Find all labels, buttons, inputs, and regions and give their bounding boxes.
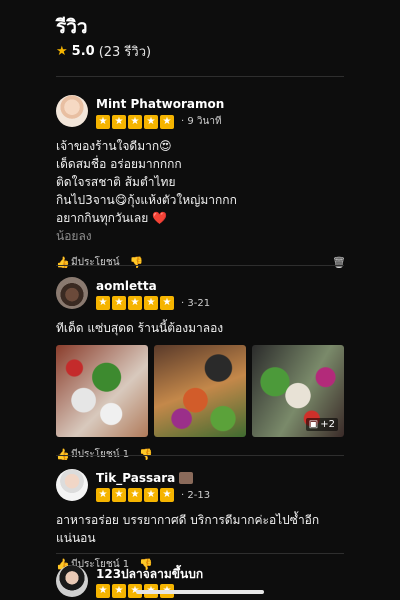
review-card: aomletta ★ ★ ★ ★ ★ · 3-21 ทีเด็ด แซ่บสุดด ร้…: [56, 277, 346, 462]
divider: [56, 76, 344, 77]
star-icon: ★: [144, 114, 158, 129]
review-time: · 9 วินาที: [181, 116, 222, 127]
reviewer-name[interactable]: 123ปลาจลามขึ้นบก: [96, 567, 203, 581]
review-header: aomletta ★ ★ ★ ★ ★ · 3-21: [56, 277, 346, 311]
review-line: เจ้าของร้านใจดีมาก😍: [56, 139, 172, 153]
avatar[interactable]: [56, 565, 88, 597]
review-line: อยากกินทุกวันเลย ❤️: [56, 211, 168, 225]
star-icon: ★: [144, 296, 158, 310]
review-photo[interactable]: ▣ +2: [252, 345, 344, 437]
star-icon: ★: [112, 114, 126, 129]
review-line: ทีเด็ด แซ่บสุดด ร้านนี้ต้องมาลอง: [56, 321, 224, 335]
reviewer-name[interactable]: Mint Phatworamon: [96, 97, 224, 111]
star-icon: ★: [96, 488, 110, 502]
reviewer-name[interactable]: aomletta: [96, 279, 210, 293]
star-icon: ★: [160, 114, 174, 129]
rating-score: 5.0: [71, 44, 95, 59]
review-photos: ▣ +2: [56, 345, 346, 437]
review-time: · 3-21: [181, 297, 211, 309]
star-icon: ★: [144, 488, 158, 502]
star-rating: ★★★★★: [96, 114, 174, 129]
profile-badge-icon: [179, 472, 194, 484]
review-text: อาหารอร่อย บรรยากาศดี บริการดีมากค่ะอไปซ…: [56, 511, 346, 547]
avatar[interactable]: [56, 469, 88, 501]
review-time: · 2-13: [181, 489, 211, 501]
helpful-button[interactable]: 👍 มีประโยชน์: [56, 255, 120, 270]
more-photos-badge[interactable]: ▣ +2: [305, 418, 338, 431]
helpful-label: มีประโยชน์: [71, 257, 120, 268]
review-text: เจ้าของร้านใจดีมาก😍 เด็ดสมชื่อ อร่อยมากก…: [56, 137, 346, 245]
reviewer-name[interactable]: Tik_Passara: [96, 471, 210, 485]
star-rating: ★★★★★: [96, 296, 174, 310]
review-photo[interactable]: [154, 345, 246, 437]
show-less-link[interactable]: น้อยลง: [56, 227, 346, 245]
divider: [56, 265, 344, 266]
reviews-screen: รีวิว ★ 5.0 (23 รีวิว) Mint Phatworamon …: [0, 0, 400, 600]
star-rating: ★★★★★: [96, 488, 174, 502]
star-icon: ★: [96, 114, 110, 129]
review-line: กินไป3จาน😋กุ้งแห้งตัวใหญ่มากกก: [56, 193, 237, 207]
delete-button[interactable]: 🗑: [332, 255, 346, 269]
star-icon: ★: [112, 296, 126, 310]
review-line: อาหารอร่อย บรรยากาศดี บริการดีมากค่ะอไปซ…: [56, 513, 320, 545]
review-text: ทีเด็ด แซ่บสุดด ร้านนี้ต้องมาลอง: [56, 319, 346, 337]
avatar[interactable]: [56, 95, 88, 127]
image-icon: ▣: [308, 419, 319, 430]
reviewer-name-text: Tik_Passara: [96, 471, 176, 485]
thumbs-up-icon: 👍: [56, 255, 70, 269]
rating-count: (23 รีวิว): [98, 45, 152, 60]
review-line: ติดใจรสชาติ ส้มตำไทย: [56, 175, 176, 189]
avatar[interactable]: [56, 277, 88, 309]
star-icon: ★: [112, 584, 126, 598]
star-icon: ★: [160, 488, 174, 502]
divider: [56, 455, 344, 456]
star-icon: ★: [128, 488, 142, 502]
star-icon: ★: [96, 296, 110, 310]
thumbs-down-icon: 👎: [129, 255, 144, 269]
trash-icon: 🗑: [332, 255, 346, 269]
star-icon: ★: [128, 296, 142, 310]
home-indicator[interactable]: [136, 590, 264, 594]
review-header: Mint Phatworamon ★ ★ ★ ★ ★ · 9 วินาที: [56, 95, 346, 129]
rating-summary: ★ 5.0 (23 รีวิว): [56, 41, 151, 62]
review-card: Mint Phatworamon ★ ★ ★ ★ ★ · 9 วินาที เจ้าขอ…: [56, 95, 346, 270]
star-icon: ★: [112, 488, 126, 502]
page-title: รีวิว: [56, 16, 88, 38]
star-icon: ★: [56, 44, 68, 59]
star-icon: ★: [96, 584, 110, 598]
more-photos-count: +2: [320, 419, 335, 430]
star-icon: ★: [160, 296, 174, 310]
divider: [56, 553, 344, 554]
review-line: เด็ดสมชื่อ อร่อยมากกกก: [56, 157, 182, 171]
review-actions: 👍 มีประโยชน์ 👎 🗑: [56, 255, 346, 270]
not-helpful-button[interactable]: 👎: [129, 255, 144, 269]
review-photo[interactable]: [56, 345, 148, 437]
review-header: Tik_Passara ★ ★ ★ ★ ★ · 2-13: [56, 469, 346, 503]
review-card: Tik_Passara ★ ★ ★ ★ ★ · 2-13 อาหารอร่อย บรรย…: [56, 469, 346, 572]
star-icon: ★: [128, 114, 142, 129]
